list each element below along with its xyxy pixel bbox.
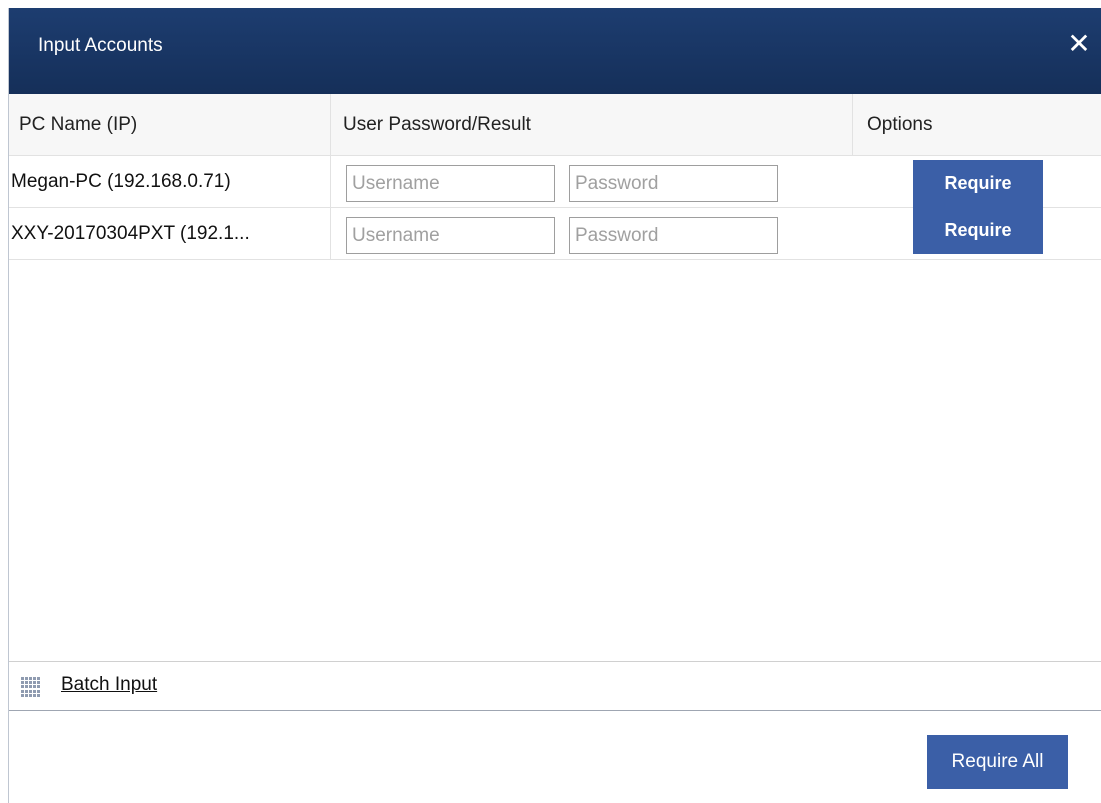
table-row: Megan-PC (192.168.0.71) Require: [9, 156, 1101, 208]
batch-input-link[interactable]: Batch Input: [61, 674, 157, 696]
username-field[interactable]: [346, 165, 555, 202]
accounts-table: PC Name (IP) User Password/Result Option…: [9, 94, 1101, 662]
close-icon[interactable]: ✕: [1065, 30, 1093, 58]
pc-name-cell: Megan-PC (192.168.0.71): [9, 156, 331, 207]
require-button[interactable]: Require: [913, 206, 1043, 254]
require-all-button[interactable]: Require All: [927, 735, 1068, 789]
input-accounts-dialog: Input Accounts ✕ PC Name (IP) User Passw…: [8, 8, 1101, 803]
dialog-titlebar: Input Accounts ✕: [9, 8, 1101, 94]
batch-input-bar: Batch Input: [9, 662, 1101, 711]
column-header-options: Options: [867, 114, 933, 135]
password-field[interactable]: [569, 217, 778, 254]
column-header-user-password: User Password/Result: [331, 94, 853, 156]
table-header: PC Name (IP) User Password/Result Option…: [9, 94, 1101, 156]
require-button[interactable]: Require: [913, 160, 1043, 207]
pc-name-cell: XXY-20170304PXT (192.1...: [9, 208, 331, 259]
grid-icon: [21, 677, 41, 697]
column-header-pc-name: PC Name (IP): [9, 94, 331, 156]
username-field[interactable]: [346, 217, 555, 254]
dialog-title: Input Accounts: [38, 35, 163, 56]
password-field[interactable]: [569, 165, 778, 202]
table-row: XXY-20170304PXT (192.1... Require: [9, 206, 1101, 260]
